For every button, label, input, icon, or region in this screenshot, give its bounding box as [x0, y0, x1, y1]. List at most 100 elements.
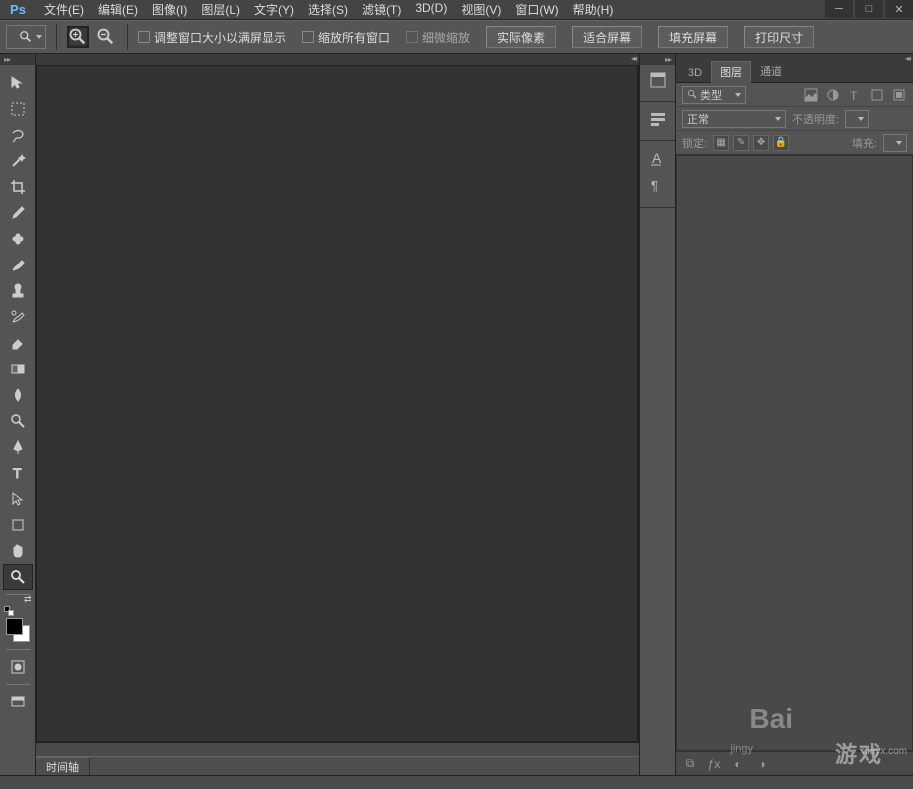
close-button[interactable]: ✕ [885, 0, 913, 18]
dodge-tool[interactable] [4, 409, 32, 433]
layer-filter-type[interactable]: 类型 [682, 86, 746, 104]
opacity-field[interactable] [845, 110, 869, 128]
history-panel-icon[interactable] [644, 67, 672, 93]
canvas-column: ◂◂ 时间轴 [36, 54, 639, 775]
tab-channels[interactable]: 通道 [751, 60, 791, 82]
menu-image[interactable]: 图像(I) [152, 1, 187, 18]
svg-text:T: T [13, 465, 22, 481]
search-icon [687, 89, 698, 100]
zoom-icon [19, 30, 33, 44]
blur-tool[interactable] [4, 383, 32, 407]
tools-collapse-tab[interactable]: ▸▸ [0, 54, 35, 65]
zoom-out-button[interactable] [95, 26, 117, 48]
layer-lock-row: 锁定: ▦ ✎ ✥ 🔒 填充: [676, 131, 913, 155]
stamp-tool[interactable] [4, 279, 32, 303]
collapsed-dock: ▸▸ A ¶ [639, 54, 675, 775]
dock-collapse-tab[interactable]: ▸▸ [640, 54, 675, 65]
zoom-all-label: 缩放所有窗口 [318, 29, 390, 46]
menu-file[interactable]: 文件(E) [44, 1, 84, 18]
crop-tool[interactable] [4, 175, 32, 199]
brush-tool[interactable] [4, 253, 32, 277]
menu-3d[interactable]: 3D(D) [415, 1, 447, 18]
eraser-tool[interactable] [4, 331, 32, 355]
type-tool[interactable]: T [4, 461, 32, 485]
horizontal-scrollbar[interactable] [36, 742, 639, 756]
filter-type-icon[interactable]: T [847, 87, 863, 103]
timeline-panel: 时间轴 [36, 756, 639, 775]
move-tool[interactable] [4, 71, 32, 95]
fill-field[interactable] [883, 134, 907, 152]
minimize-button[interactable]: ─ [825, 0, 853, 18]
actual-pixels-button[interactable]: 实际像素 [486, 26, 556, 48]
filter-smart-icon[interactable] [891, 87, 907, 103]
wand-tool[interactable] [4, 149, 32, 173]
properties-panel-icon[interactable] [644, 106, 672, 132]
gradient-tool[interactable] [4, 357, 32, 381]
default-colors-icon[interactable] [4, 606, 14, 616]
layer-mask-icon[interactable]: ◐ [730, 756, 746, 772]
filter-adjust-icon[interactable] [825, 87, 841, 103]
paragraph-panel-icon[interactable]: ¶ [644, 173, 672, 199]
screenmode-tool[interactable] [4, 690, 32, 714]
canvas-area[interactable] [36, 65, 639, 742]
doc-tab-strip[interactable]: ◂◂ [36, 54, 639, 65]
opacity-label: 不透明度: [792, 111, 839, 127]
svg-text:T: T [850, 89, 858, 102]
filter-shape-icon[interactable] [869, 87, 885, 103]
lock-position-icon[interactable]: ✥ [753, 135, 769, 151]
maximize-button[interactable]: □ [855, 0, 883, 18]
lock-transparent-icon[interactable]: ▦ [713, 135, 729, 151]
menu-edit[interactable]: 编辑(E) [98, 1, 138, 18]
lock-all-icon[interactable]: 🔒 [773, 135, 789, 151]
eyedropper-tool[interactable] [4, 201, 32, 225]
panel-tabs: 3D 图层 通道 [676, 65, 913, 83]
menu-layer[interactable]: 图层(L) [201, 1, 240, 18]
menu-select[interactable]: 选择(S) [308, 1, 348, 18]
lasso-tool[interactable] [4, 123, 32, 147]
path-select-tool[interactable] [4, 487, 32, 511]
blend-mode-dropdown[interactable]: 正常 [682, 110, 786, 128]
lock-paint-icon[interactable]: ✎ [733, 135, 749, 151]
swap-colors-icon[interactable]: ⇄ [24, 594, 32, 605]
filter-type-label: 类型 [700, 87, 722, 103]
print-size-button[interactable]: 打印尺寸 [744, 26, 814, 48]
zoom-all-option[interactable]: 缩放所有窗口 [302, 29, 390, 46]
pen-tool[interactable] [4, 435, 32, 459]
link-layers-icon[interactable]: ⧉ [682, 756, 698, 772]
fill-screen-button[interactable]: 填充屏幕 [658, 26, 728, 48]
adjustment-layer-icon[interactable]: ◑ [754, 756, 770, 772]
shape-tool[interactable] [4, 513, 32, 537]
quickmask-tool[interactable] [4, 655, 32, 679]
tab-3d[interactable]: 3D [679, 64, 711, 82]
layer-style-icon[interactable]: ƒx [706, 756, 722, 772]
zoom-in-icon [68, 27, 88, 47]
menu-type[interactable]: 文字(Y) [254, 1, 294, 18]
tab-layers[interactable]: 图层 [711, 61, 751, 83]
checkbox-icon [138, 31, 150, 43]
resize-window-option[interactable]: 调整窗口大小以满屏显示 [138, 29, 286, 46]
tool-preset-picker[interactable] [6, 25, 46, 49]
hand-tool[interactable] [4, 539, 32, 563]
zoom-in-button[interactable] [67, 26, 89, 48]
foreground-color[interactable] [6, 618, 23, 635]
checkbox-icon [406, 31, 418, 43]
filter-pixel-icon[interactable] [803, 87, 819, 103]
scrubby-zoom-option[interactable]: 细微缩放 [406, 29, 470, 46]
menu-help[interactable]: 帮助(H) [573, 1, 614, 18]
zoom-tool[interactable] [4, 565, 32, 589]
healing-tool[interactable] [4, 227, 32, 251]
history-brush-tool[interactable] [4, 305, 32, 329]
fit-screen-button[interactable]: 适合屏幕 [572, 26, 642, 48]
color-swatches[interactable] [4, 616, 32, 644]
layers-list[interactable] [676, 155, 913, 751]
character-panel-icon[interactable]: A [644, 145, 672, 171]
divider [56, 24, 57, 50]
svg-text:¶: ¶ [651, 178, 658, 193]
tool-separator [6, 649, 30, 650]
menu-view[interactable]: 视图(V) [461, 1, 501, 18]
menu-window[interactable]: 窗口(W) [515, 1, 558, 18]
menu-filter[interactable]: 滤镜(T) [362, 1, 401, 18]
marquee-tool[interactable] [4, 97, 32, 121]
timeline-tab[interactable]: 时间轴 [36, 757, 90, 775]
main-menu: 文件(E) 编辑(E) 图像(I) 图层(L) 文字(Y) 选择(S) 滤镜(T… [44, 1, 613, 18]
